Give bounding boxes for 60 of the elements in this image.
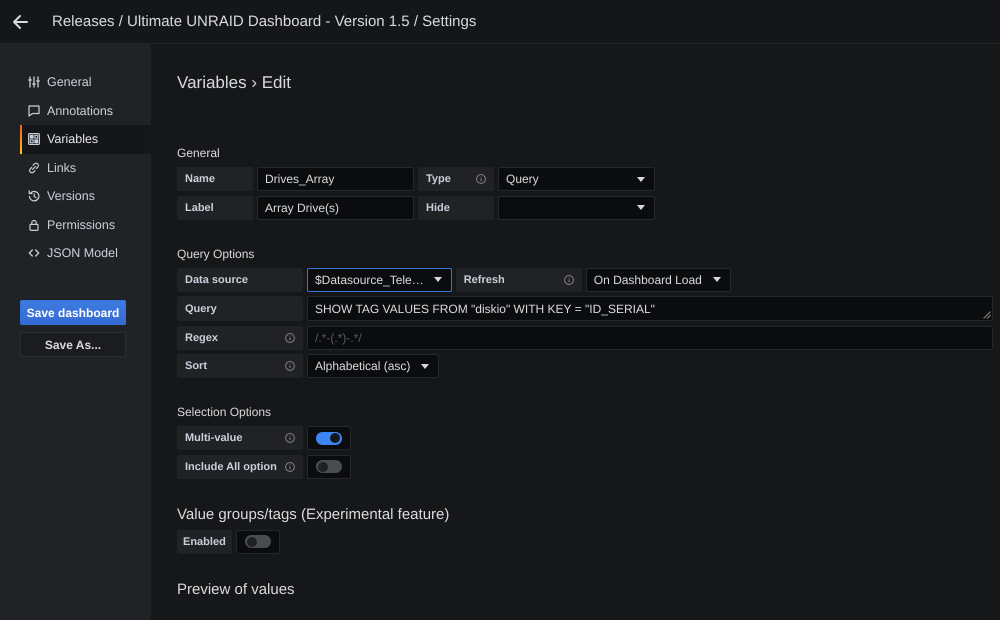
info-icon[interactable]	[476, 174, 486, 184]
page-title: Variables › Edit	[177, 73, 292, 93]
info-icon[interactable]	[285, 433, 295, 443]
sidebar-item[interactable]: Variables	[20, 125, 151, 154]
breadcrumb-title: Releases / Ultimate UNRAID Dashboard - Version 1.5 / Settings	[52, 13, 476, 30]
sidebar-item[interactable]: Versions	[20, 182, 151, 210]
sidebar-item[interactable]: JSON Model	[20, 239, 151, 268]
link-icon	[28, 162, 40, 174]
field-label: Name	[185, 173, 215, 185]
code-icon	[28, 247, 40, 260]
field-label: Label	[185, 202, 214, 214]
toggle-switch[interactable]	[236, 530, 280, 554]
section-heading: Selection Options	[177, 405, 272, 419]
grid-icon	[28, 133, 40, 146]
toggle-switch[interactable]	[307, 426, 351, 450]
sidebar-item[interactable]: Annotations	[20, 96, 151, 125]
caret-icon	[434, 277, 442, 282]
field-label: Refresh	[464, 274, 505, 286]
caret-icon	[712, 277, 721, 282]
text-area-field[interactable]: SHOW TAG VALUES FROM "diskio" WITH KEY = "ID_SERIAL"	[307, 296, 993, 321]
caret-icon	[637, 176, 645, 182]
sliders-icon	[28, 76, 40, 88]
section-heading: Query Options	[177, 246, 256, 260]
sidebar-item[interactable]: Links	[20, 154, 151, 182]
select-field[interactable]: On Dashboard Load	[586, 268, 731, 292]
speech-bubble-icon	[28, 104, 40, 117]
select-field[interactable]	[498, 196, 655, 220]
sidebar-item[interactable]: Permissions	[20, 210, 151, 239]
save-button[interactable]: Save dashboard	[20, 300, 126, 325]
field-label: Query	[185, 302, 217, 314]
section-heading: Preview of values	[177, 580, 296, 598]
history-icon	[28, 190, 40, 202]
field-label: Enabled	[183, 536, 226, 548]
select-field[interactable]: Alphabetical (asc)	[307, 354, 439, 378]
field-label: Data source	[185, 274, 248, 286]
text-field[interactable]: Array Drive(s)	[257, 196, 414, 220]
save-button[interactable]: Save As...	[20, 332, 126, 357]
back-arrow-icon[interactable]	[12, 14, 28, 30]
field-label: Regex	[185, 332, 218, 344]
field-label: Hide	[426, 202, 450, 214]
toggle-switch[interactable]	[307, 454, 351, 478]
caret-icon	[637, 205, 645, 210]
resize-grip-icon[interactable]	[983, 311, 991, 319]
sidebar-item[interactable]: General	[20, 68, 151, 96]
field-label: Type	[426, 173, 451, 185]
field-label: Sort	[185, 360, 207, 372]
info-icon[interactable]	[285, 462, 295, 472]
section-heading: General	[177, 146, 221, 160]
field-label: Include All option	[185, 460, 277, 472]
text-field[interactable]: /.*-(.*)-.*/	[307, 326, 993, 350]
select-field[interactable]: $Datasource_Tele…	[307, 268, 452, 292]
section-heading: Value groups/tags (Experimental feature)	[177, 506, 450, 524]
select-field[interactable]: Query	[498, 167, 655, 191]
info-icon[interactable]	[285, 332, 295, 342]
text-field[interactable]: Drives_Array	[257, 167, 414, 191]
caret-icon	[421, 364, 429, 368]
info-icon[interactable]	[564, 274, 574, 284]
lock-icon	[28, 218, 40, 231]
field-label: Multi-value	[185, 432, 242, 444]
info-icon[interactable]	[285, 361, 295, 371]
